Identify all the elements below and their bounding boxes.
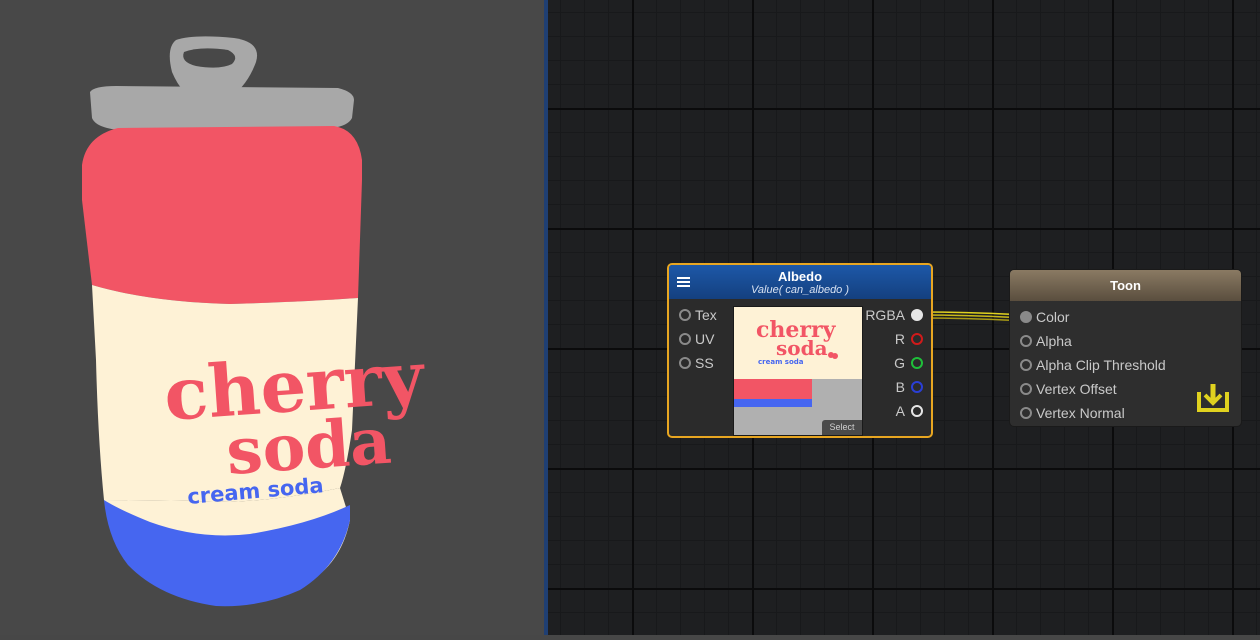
port-dot-icon[interactable] <box>911 357 923 369</box>
albedo-node[interactable]: Albedo Value( can_albedo ) Tex UV SS che… <box>667 263 933 438</box>
port-dot-icon[interactable] <box>911 309 923 321</box>
port-dot-icon[interactable] <box>911 381 923 393</box>
output-port-r[interactable]: R <box>853 330 923 348</box>
port-label: Alpha Clip Threshold <box>1036 357 1166 373</box>
port-label: Color <box>1036 309 1070 325</box>
albedo-node-header[interactable]: Albedo Value( can_albedo ) <box>669 265 931 299</box>
port-label: RGBA <box>865 307 905 323</box>
port-label: Vertex Normal <box>1036 405 1125 421</box>
node-graph-canvas[interactable]: Albedo Value( can_albedo ) Tex UV SS che… <box>548 0 1260 635</box>
toon-master-node[interactable]: Toon Color Alpha Alpha Clip Threshold Ve… <box>1009 269 1242 427</box>
port-label: B <box>895 379 905 395</box>
input-port-alpha[interactable]: Alpha <box>1020 332 1220 350</box>
port-label: Tex <box>695 307 717 323</box>
port-dot-icon[interactable] <box>679 333 691 345</box>
input-port-vertex-offset[interactable]: Vertex Offset <box>1020 380 1220 398</box>
albedo-node-subtitle: Value( can_albedo ) <box>750 284 850 296</box>
toon-node-title: Toon <box>1110 278 1141 293</box>
port-label: G <box>894 355 905 371</box>
port-dot-icon[interactable] <box>679 357 691 369</box>
input-port-tex[interactable]: Tex <box>679 306 729 324</box>
texture-preview[interactable]: cherry soda cream soda Select <box>733 306 863 436</box>
output-port-rgba[interactable]: RGBA <box>853 306 923 324</box>
port-label: SS <box>695 355 714 371</box>
3d-preview-panel[interactable]: cherry soda cream soda <box>0 0 544 635</box>
output-port-b[interactable]: B <box>853 378 923 396</box>
port-dot-icon[interactable] <box>911 333 923 345</box>
input-port-uv[interactable]: UV <box>679 330 729 348</box>
port-label: R <box>894 331 905 347</box>
port-label: Alpha <box>1036 333 1072 349</box>
select-texture-button[interactable]: Select <box>822 420 862 435</box>
port-dot-icon[interactable] <box>1020 407 1032 419</box>
input-port-color[interactable]: Color <box>1020 308 1220 326</box>
output-port-a[interactable]: A <box>853 402 923 420</box>
port-label: A <box>895 403 905 419</box>
soda-can-model: cherry soda cream soda <box>82 36 428 607</box>
input-port-vertex-normal[interactable]: Vertex Normal <box>1020 404 1220 422</box>
texture-thumbnail: cherry soda cream soda <box>734 307 862 435</box>
port-dot-icon[interactable] <box>1020 311 1032 323</box>
svg-text:soda: soda <box>776 336 828 360</box>
output-port-g[interactable]: G <box>853 354 923 372</box>
port-dot-icon[interactable] <box>1020 359 1032 371</box>
port-label: Vertex Offset <box>1036 381 1117 397</box>
port-dot-icon[interactable] <box>679 309 691 321</box>
port-label: UV <box>695 331 715 347</box>
svg-text:cream soda: cream soda <box>758 358 804 366</box>
download-icon[interactable] <box>1195 382 1231 414</box>
albedo-node-title: Albedo <box>777 269 823 284</box>
toon-node-header[interactable]: Toon <box>1010 270 1241 301</box>
input-port-ss[interactable]: SS <box>679 354 729 372</box>
port-dot-icon[interactable] <box>911 405 923 417</box>
port-dot-icon[interactable] <box>1020 383 1032 395</box>
input-port-alpha-clip-threshold[interactable]: Alpha Clip Threshold <box>1020 356 1220 374</box>
port-dot-icon[interactable] <box>1020 335 1032 347</box>
